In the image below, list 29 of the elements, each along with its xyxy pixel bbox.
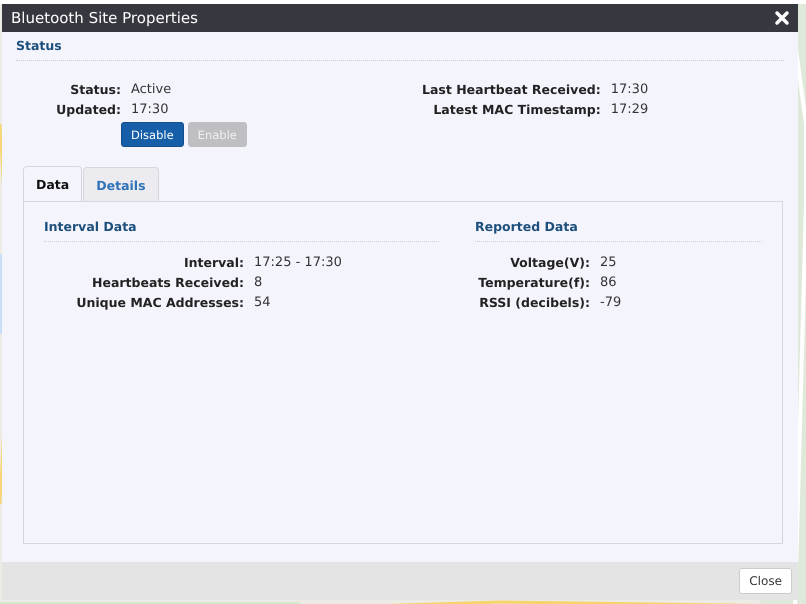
field-value: 17:30 (131, 101, 168, 119)
field-value: Active (131, 81, 172, 99)
field-label: Unique MAC Addresses: (75, 294, 244, 312)
field-label: Interval: (182, 254, 244, 272)
button[interactable]: Disable (121, 122, 184, 147)
field-value: 17:29 (610, 101, 648, 119)
close-button[interactable]: Close (739, 568, 792, 594)
tab[interactable]: Details (83, 167, 159, 201)
field-value: 17:25 - 17:30 (254, 254, 342, 272)
field-value: 8 (254, 274, 262, 292)
field-label: Latest MAC Timestamp: (432, 101, 601, 119)
field-value: 54 (254, 294, 271, 312)
field-label: Heartbeats Received: (91, 274, 244, 292)
close-icon[interactable] (774, 10, 790, 26)
section-heading: Status (16, 38, 784, 61)
field-label: Voltage(V): (509, 254, 590, 272)
section-heading: Interval Data (44, 219, 439, 242)
field-label: Last Heartbeat Received: (421, 81, 601, 99)
field-label: Updated: (55, 101, 121, 119)
field-value: 17:30 (610, 81, 648, 99)
section-heading: Reported Data (475, 219, 762, 242)
field-label: RSSI (decibels): (478, 294, 590, 312)
field-label: Temperature(f): (477, 274, 590, 292)
field-value: 25 (600, 254, 617, 272)
field-label: Status: (69, 81, 121, 99)
field-value: 86 (600, 274, 617, 292)
window-title: Bluetooth Site Properties (11, 9, 198, 27)
field-value: -79 (600, 294, 622, 312)
tab[interactable]: Data (23, 166, 82, 201)
